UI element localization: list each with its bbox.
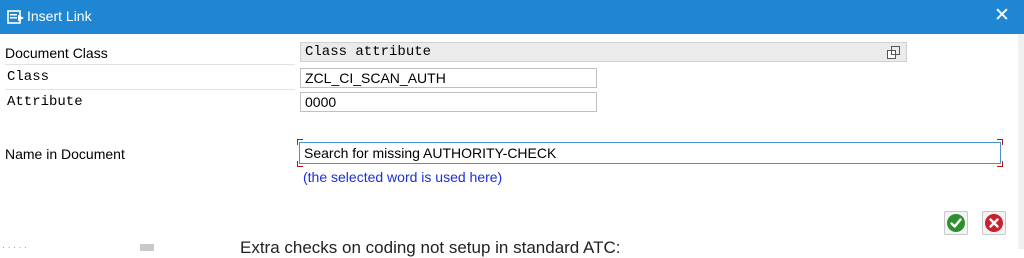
background-window-fragment: · · · · · (0, 238, 160, 252)
close-icon: ✕ (994, 5, 1010, 26)
cancel-button[interactable] (982, 211, 1006, 235)
hint-text: (the selected word is used here) (303, 169, 503, 185)
close-button[interactable]: ✕ (992, 6, 1012, 26)
background-window-text: Extra checks on coding not setup in stan… (240, 238, 621, 257)
attribute-label: Attribute (7, 94, 83, 110)
focus-corner-icon (997, 161, 1003, 167)
dialog-titlebar: Insert Link ✕ (0, 0, 1024, 34)
focus-corner-icon (297, 161, 303, 167)
value-help-icon[interactable] (886, 45, 902, 61)
class-label: Class (7, 69, 50, 85)
confirm-button[interactable] (944, 211, 968, 235)
name-in-document-label: Name in Document (5, 146, 125, 162)
document-class-field: Class attribute (300, 42, 907, 62)
focus-corner-icon (997, 139, 1003, 145)
cancel-icon (985, 214, 1003, 232)
attribute-input[interactable]: 0000 (300, 92, 597, 112)
focus-corner-icon (297, 139, 303, 145)
checkmark-icon (947, 214, 965, 232)
row-divider (5, 64, 295, 65)
row-divider (5, 89, 295, 90)
insert-link-icon (7, 9, 25, 25)
document-class-label: Document Class (5, 45, 108, 61)
class-input[interactable]: ZCL_CI_SCAN_AUTH (300, 68, 597, 88)
svg-text:· · · · ·: · · · · · (2, 242, 27, 251)
dialog-title: Insert Link (27, 8, 92, 24)
name-in-document-input[interactable]: Search for missing AUTHORITY-CHECK (299, 142, 1001, 164)
background-window-edge (1018, 34, 1024, 249)
